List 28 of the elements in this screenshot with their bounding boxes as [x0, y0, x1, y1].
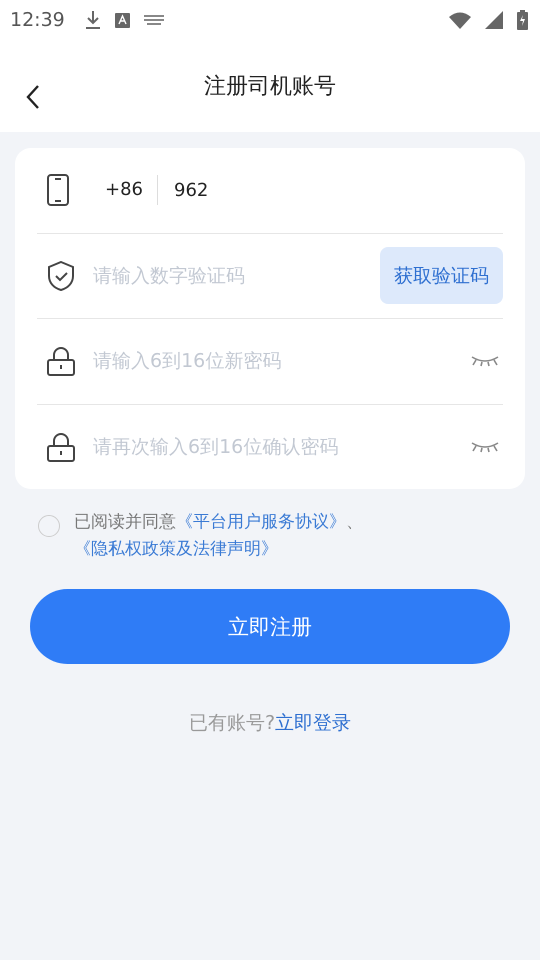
login-prompt: 已有账号? [188, 711, 276, 736]
closed-eye-icon[interactable] [471, 440, 499, 453]
text-input[interactable]: 请输入6到16位新密码 [93, 350, 471, 372]
text-input[interactable]: 请输入数字验证码 [93, 264, 380, 287]
get-code-button[interactable]: 获取验证码 [380, 247, 503, 304]
lock-icon [47, 432, 75, 462]
text-input[interactable]: 请再次输入6到16位确认密码 [93, 436, 471, 458]
privacy-policy-link[interactable]: 《隐私权政策及法律声明》 [74, 539, 278, 559]
register-button[interactable]: 立即注册 [30, 589, 510, 664]
signal-icon [485, 11, 503, 29]
wifi-icon [449, 12, 471, 28]
agreement-text: 已阅读并同意《平台用户服务协议》、 《隐私权政策及法律声明》 [74, 511, 364, 561]
page-title: 注册司机账号 [204, 73, 336, 101]
download-icon [84, 10, 101, 30]
login-link[interactable]: 立即登录 [275, 710, 352, 736]
back-icon[interactable] [26, 84, 40, 110]
text-input-icon [114, 12, 130, 28]
agree-checkbox[interactable] [38, 515, 60, 537]
phone-icon [47, 174, 69, 206]
phone-input[interactable]: 962 [174, 180, 503, 201]
lock-icon [47, 346, 75, 376]
service-agreement-link[interactable]: 《平台用户服务协议》 [176, 512, 346, 532]
closed-eye-icon[interactable] [471, 355, 499, 368]
country-code[interactable]: +86 [105, 175, 158, 206]
keyboard-icon [144, 15, 164, 25]
shield-check-icon [47, 260, 75, 291]
status-time: 12:39 [10, 9, 65, 31]
battery-icon [517, 10, 528, 30]
